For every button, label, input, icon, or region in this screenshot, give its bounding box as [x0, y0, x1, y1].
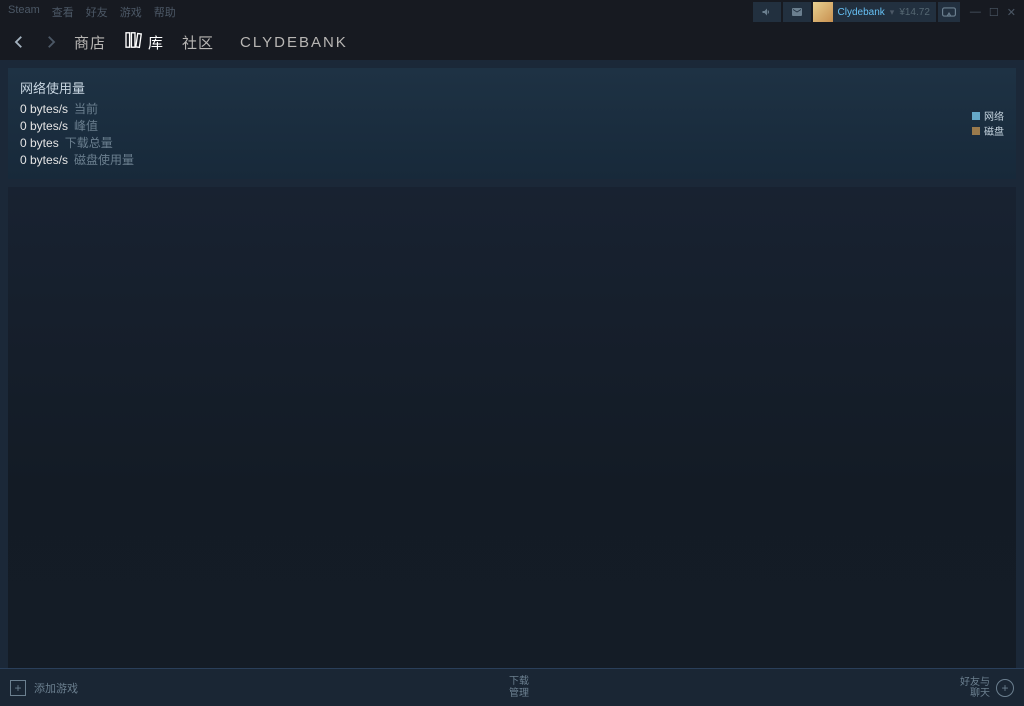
- nav-tabs: 商店 库 社区 CLYDEBANK: [74, 31, 348, 53]
- stat-disk: 0 bytes/s 磁盘使用量: [20, 152, 1004, 169]
- stat-value: 0 bytes: [20, 135, 59, 152]
- announcements-button[interactable]: [753, 2, 781, 22]
- manage-label: 管理: [509, 688, 529, 700]
- tab-library[interactable]: 库: [124, 31, 164, 53]
- main-nav: 商店 库 社区 CLYDEBANK: [0, 24, 1024, 60]
- tab-profile[interactable]: CLYDEBANK: [240, 34, 348, 51]
- minimize-button[interactable]: —: [970, 6, 981, 19]
- legend-label: 网络: [984, 108, 1004, 123]
- friends-label-1: 好友与: [960, 677, 990, 688]
- downloads-graph-area: [8, 187, 1016, 683]
- add-game-label: 添加游戏: [34, 680, 78, 696]
- window-controls: — ☐ ✕: [970, 6, 1016, 19]
- maximize-button[interactable]: ☐: [989, 6, 999, 19]
- system-menu-bar: Steam 查看 好友 游戏 帮助 Clydebank ▾ ¥14.72 — ☐…: [0, 0, 1024, 24]
- menu-friends[interactable]: 好友: [86, 4, 108, 20]
- stat-label: 当前: [74, 101, 98, 118]
- library-icon: [124, 31, 146, 53]
- user-name: Clydebank: [838, 7, 885, 18]
- legend-swatch-icon: [972, 127, 980, 135]
- tab-library-label: 库: [148, 32, 164, 53]
- legend-network: 网络: [972, 108, 1004, 123]
- stats-title: 网络使用量: [20, 78, 1004, 97]
- avatar: [813, 2, 833, 22]
- close-button[interactable]: ✕: [1007, 6, 1016, 19]
- stat-label: 峰值: [74, 118, 98, 135]
- inbox-button[interactable]: [783, 2, 811, 22]
- tab-store[interactable]: 商店: [74, 32, 106, 53]
- stat-current: 0 bytes/s 当前: [20, 101, 1004, 118]
- plus-icon: +: [10, 680, 26, 696]
- stat-value: 0 bytes/s: [20, 118, 68, 135]
- menu-help[interactable]: 帮助: [154, 4, 176, 20]
- friends-label-2: 聊天: [960, 688, 990, 699]
- tab-community[interactable]: 社区: [182, 32, 214, 53]
- legend: 网络 磁盘: [972, 108, 1004, 138]
- network-stats-panel: 网络使用量 0 bytes/s 当前 0 bytes/s 峰值 0 bytes …: [8, 68, 1016, 179]
- menu-steam[interactable]: Steam: [8, 4, 40, 20]
- legend-swatch-icon: [972, 112, 980, 120]
- stat-value: 0 bytes/s: [20, 101, 68, 118]
- downloads-button[interactable]: 下载 管理: [509, 676, 529, 700]
- wallet-balance: ¥14.72: [899, 7, 930, 18]
- stat-label: 下载总量: [65, 135, 113, 152]
- chevron-down-icon: ▾: [890, 7, 895, 18]
- stat-label: 磁盘使用量: [74, 152, 134, 169]
- stat-value: 0 bytes/s: [20, 152, 68, 169]
- bottom-bar: + 添加游戏 下载 管理 好友与 聊天 +: [0, 668, 1024, 706]
- vr-button[interactable]: [938, 2, 960, 22]
- downloads-label: 下载: [509, 676, 529, 688]
- system-menu-left: Steam 查看 好友 游戏 帮助: [8, 4, 176, 20]
- system-menu-right: Clydebank ▾ ¥14.72 — ☐ ✕: [753, 2, 1016, 22]
- menu-games[interactable]: 游戏: [120, 4, 142, 20]
- add-game-button[interactable]: + 添加游戏: [10, 680, 78, 696]
- stat-total: 0 bytes 下载总量: [20, 135, 1004, 152]
- circle-plus-icon: +: [996, 679, 1014, 697]
- legend-label: 磁盘: [984, 123, 1004, 138]
- nav-forward-button[interactable]: [42, 33, 60, 51]
- user-account-button[interactable]: Clydebank ▾ ¥14.72: [813, 2, 936, 22]
- nav-back-button[interactable]: [10, 33, 28, 51]
- stat-peak: 0 bytes/s 峰值: [20, 118, 1004, 135]
- legend-disk: 磁盘: [972, 123, 1004, 138]
- menu-view[interactable]: 查看: [52, 4, 74, 20]
- friends-chat-button[interactable]: 好友与 聊天 +: [960, 677, 1014, 699]
